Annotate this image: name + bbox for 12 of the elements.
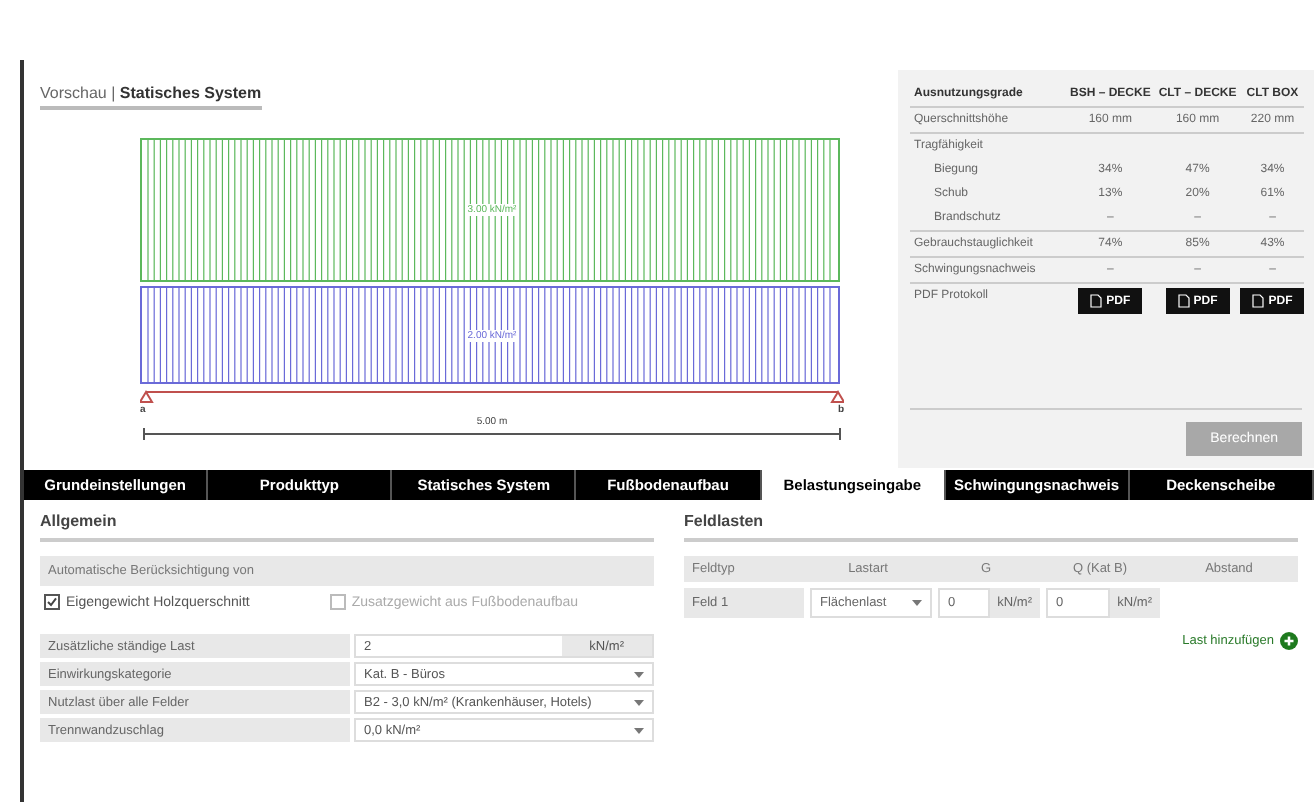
caret-icon: [634, 699, 644, 705]
caret-icon: [912, 600, 922, 606]
preview-title: Vorschau | Statisches System: [40, 84, 262, 110]
section-title: Feldlasten: [684, 500, 1298, 542]
checkmark-icon: [46, 596, 58, 608]
caret-icon: [634, 671, 644, 677]
document-icon: [1252, 294, 1265, 308]
document-icon: [1090, 294, 1103, 308]
caret-icon: [634, 727, 644, 733]
plus-circle-icon: [1280, 632, 1298, 650]
document-icon: [1177, 294, 1190, 308]
section-title: Allgemein: [40, 500, 654, 542]
